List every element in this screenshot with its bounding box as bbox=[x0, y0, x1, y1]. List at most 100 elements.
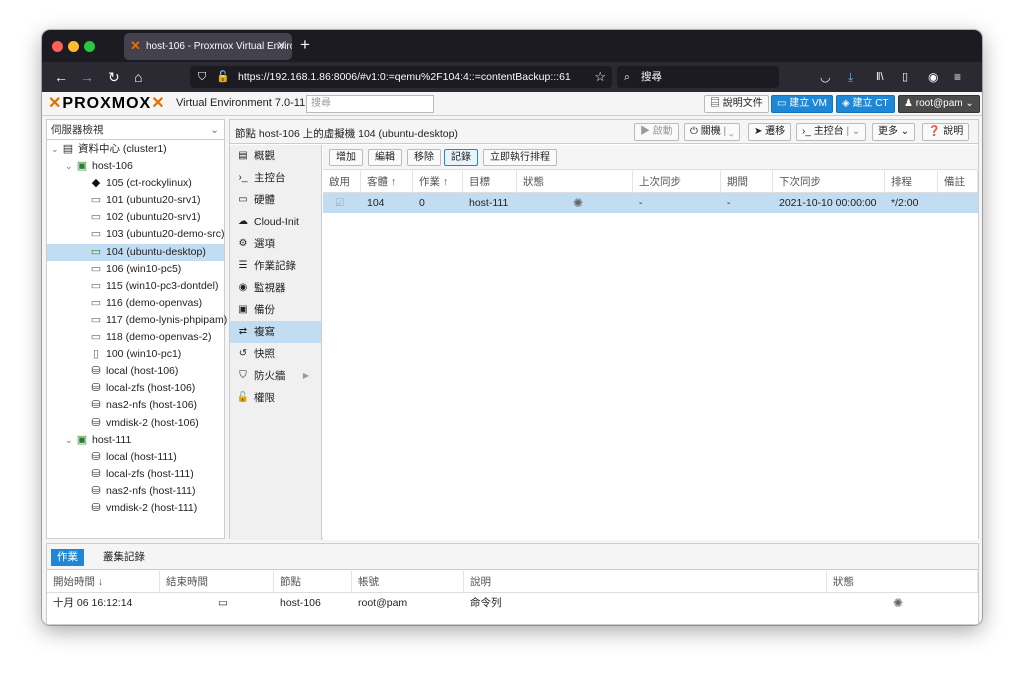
create-ct-button[interactable]: ◈ 建立 CT bbox=[836, 95, 895, 113]
close-window-icon[interactable] bbox=[52, 41, 63, 52]
bookmark-star-icon[interactable]: ☆ bbox=[594, 66, 606, 88]
tree-item[interactable]: ▭ 117 (demo-lynis-phpipam) bbox=[47, 312, 227, 329]
back-icon[interactable]: ← bbox=[54, 68, 68, 86]
zoom-window-icon[interactable] bbox=[84, 41, 95, 52]
tree-item[interactable]: ⛁ nas2-nfs (host-111) bbox=[47, 483, 224, 500]
task-column-header[interactable]: 帳號 bbox=[352, 571, 464, 593]
storage-icon: ⛁ bbox=[91, 501, 101, 514]
global-search-input[interactable]: 搜尋 bbox=[306, 95, 434, 113]
tree-item[interactable]: ⌄ ▤ 資料中心 (cluster1) bbox=[47, 141, 224, 158]
docs-button[interactable]: ▤ 說明文件 bbox=[704, 95, 769, 113]
tree-item[interactable]: ⛁ local-zfs (host-106) bbox=[47, 380, 224, 397]
forward-icon[interactable]: → bbox=[80, 68, 94, 86]
pocket-icon[interactable]: ◡ bbox=[820, 68, 830, 86]
expand-toggle-icon[interactable]: ⌄ bbox=[51, 141, 59, 158]
menu-item[interactable]: ⛉ 防火牆 ▶ bbox=[230, 365, 321, 387]
menu-item[interactable]: ▣ 備份 bbox=[230, 299, 321, 321]
column-header[interactable]: 備註 bbox=[938, 171, 978, 193]
tree-item[interactable]: ⌄ ▣ host-111 bbox=[47, 432, 224, 449]
tab-cluster-log[interactable]: 叢集記錄 bbox=[97, 549, 151, 566]
task-column-header[interactable]: 結束時間 bbox=[160, 571, 274, 593]
sidebar-toggle-icon[interactable]: ▯ bbox=[902, 68, 908, 86]
library-icon[interactable]: ‖\ bbox=[876, 68, 884, 86]
view-selector[interactable]: 伺服器檢視 ⌄ bbox=[47, 120, 224, 140]
column-header[interactable]: 啟用 bbox=[323, 171, 361, 193]
close-tab-icon[interactable]: ✕ bbox=[277, 33, 286, 60]
account-icon[interactable]: ◉ bbox=[928, 68, 938, 86]
menu-item[interactable]: ⚙ 選項 bbox=[230, 233, 321, 255]
tree-item[interactable]: ⛁ local (host-106) bbox=[47, 363, 224, 380]
storage-icon: ⛁ bbox=[91, 382, 101, 395]
menu-item[interactable]: ↺ 快照 bbox=[230, 343, 321, 365]
menu-item[interactable]: ☰ 作業記錄 bbox=[230, 255, 321, 277]
lock-warning-icon[interactable]: 🔓 bbox=[216, 66, 230, 88]
tracking-shield-icon[interactable]: ⛉ bbox=[198, 66, 206, 88]
edit-button[interactable]: 編輯 bbox=[368, 149, 402, 166]
tree-item[interactable]: ⛁ vmdisk-2 (host-111) bbox=[47, 500, 224, 517]
help-button[interactable]: ❓ 說明 bbox=[922, 123, 970, 141]
create-vm-button[interactable]: ▭ 建立 VM bbox=[771, 95, 834, 113]
table-row[interactable]: ☑ 104 0 host-111 ✺ - - 2021-10-10 00:00:00 */2:0… bbox=[323, 193, 978, 213]
tree-item[interactable]: ▭ 115 (win10-pc3-dontdel) bbox=[47, 278, 224, 295]
tree-item[interactable]: ▭ 118 (demo-openvas-2) bbox=[47, 329, 224, 346]
task-cell-node: host-106 bbox=[280, 597, 321, 609]
menu-item[interactable]: ›_ 主控台 bbox=[230, 167, 321, 189]
browser-tab[interactable]: ✕ host-106 - Proxmox Virtual Environment… bbox=[124, 33, 292, 60]
tree-item[interactable]: ▭ 116 (demo-openvas) bbox=[47, 295, 224, 312]
remove-button[interactable]: 移除 bbox=[407, 149, 441, 166]
browser-search-box[interactable]: ⌕ 搜尋 bbox=[617, 66, 779, 88]
tree-item[interactable]: ▭ 102 (ubuntu20-srv1) bbox=[47, 209, 224, 226]
tree-item[interactable]: ▭ 103 (ubuntu20-demo-src) bbox=[47, 226, 225, 243]
enabled-checkbox[interactable]: ☑ bbox=[323, 193, 361, 213]
column-header[interactable]: 期間 bbox=[721, 171, 773, 193]
tree-item[interactable]: ⛁ local (host-111) bbox=[47, 449, 224, 466]
log-button[interactable]: 記錄 bbox=[444, 149, 478, 166]
column-header[interactable]: 排程 bbox=[885, 171, 938, 193]
expand-toggle-icon[interactable]: ⌄ bbox=[65, 432, 73, 449]
menu-item[interactable]: ▭ 硬體 bbox=[230, 189, 321, 211]
tree-item[interactable]: ⛁ vmdisk-2 (host-106) bbox=[47, 415, 224, 432]
menu-item[interactable]: ▤ 概觀 bbox=[230, 145, 321, 167]
task-column-header[interactable]: 說明 bbox=[464, 571, 827, 593]
shutdown-button[interactable]: ⏻ 關機 | ⌄ bbox=[684, 123, 740, 141]
tab-tasks[interactable]: 作業 bbox=[51, 549, 84, 566]
user-menu-button[interactable]: ♟ root@pam ⌄ bbox=[898, 95, 980, 113]
reload-icon[interactable]: ↻ bbox=[108, 68, 120, 86]
more-button[interactable]: 更多 ⌄ bbox=[872, 123, 916, 141]
console-button[interactable]: ›_ 主控台 | ⌄ bbox=[796, 123, 867, 141]
tree-item[interactable]: ▭ 104 (ubuntu-desktop) bbox=[47, 243, 224, 261]
datacenter-icon: ▤ bbox=[62, 143, 74, 155]
column-header[interactable]: 作業 ↑ bbox=[413, 171, 463, 193]
menu-item[interactable]: ◉ 監視器 bbox=[230, 277, 321, 299]
task-column-header[interactable]: 節點 bbox=[274, 571, 352, 593]
tree-item[interactable]: ▭ 106 (win10-pc5) bbox=[47, 261, 224, 278]
hamburger-menu-icon[interactable]: ≡ bbox=[954, 68, 961, 86]
tree-item[interactable]: ▯ 100 (win10-pc1) bbox=[47, 346, 224, 363]
menu-item[interactable]: ⇄ 複寫 bbox=[230, 321, 321, 343]
new-tab-icon[interactable]: + bbox=[300, 34, 310, 56]
tree-item[interactable]: ⛁ local-zfs (host-111) bbox=[47, 466, 224, 483]
tree-item[interactable]: ⛁ nas2-nfs (host-106) bbox=[47, 397, 224, 414]
column-header[interactable]: 下次同步 bbox=[773, 171, 885, 193]
expand-toggle-icon[interactable]: ⌄ bbox=[65, 158, 73, 175]
tree-item[interactable]: ⌄ ▣ host-106 bbox=[47, 158, 224, 175]
home-icon[interactable]: ⌂ bbox=[134, 68, 142, 86]
migrate-button[interactable]: ➤ 遷移 bbox=[748, 123, 792, 141]
menu-item[interactable]: ☁ Cloud-Init bbox=[230, 211, 321, 233]
column-header[interactable]: 客體 ↑ bbox=[361, 171, 413, 193]
url-bar[interactable]: ⛉ 🔓 https://192.168.1.86:8006/#v1:0:=qem… bbox=[190, 66, 612, 88]
task-column-header[interactable]: 狀態 bbox=[827, 571, 978, 593]
column-header[interactable]: 狀態 bbox=[517, 171, 633, 193]
add-button[interactable]: 增加 bbox=[329, 149, 363, 166]
column-header[interactable]: 上次同步 bbox=[633, 171, 721, 193]
tree-item[interactable]: ◆ 105 (ct-rockylinux) bbox=[47, 175, 224, 192]
start-button[interactable]: ▶ 啟動 bbox=[634, 123, 679, 141]
unlock-icon: 🔓 bbox=[236, 392, 250, 403]
downloads-icon[interactable]: ⤓ bbox=[848, 68, 853, 86]
tree-item[interactable]: ▭ 101 (ubuntu20-srv1) bbox=[47, 192, 224, 209]
column-header[interactable]: 目標 bbox=[463, 171, 517, 193]
task-column-header[interactable]: 開始時間 ↓ bbox=[47, 571, 160, 593]
minimize-window-icon[interactable] bbox=[68, 41, 79, 52]
schedule-now-button[interactable]: 立即執行排程 bbox=[483, 149, 557, 166]
menu-item[interactable]: 🔓 權限 bbox=[230, 387, 321, 409]
